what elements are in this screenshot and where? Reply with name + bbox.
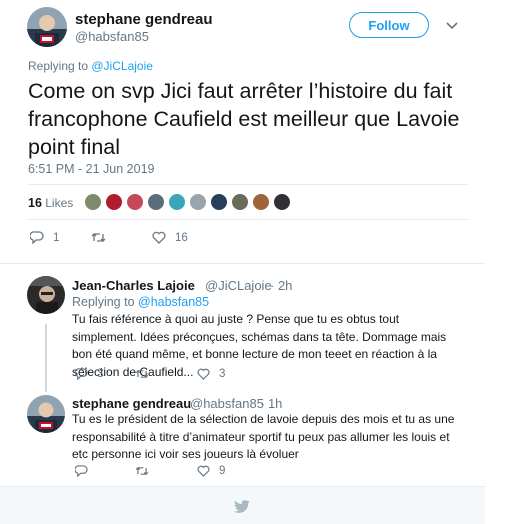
avatar-image (27, 395, 65, 433)
liker-avatar[interactable] (105, 193, 123, 211)
tweet-timestamp[interactable]: 6:51 PM - 21 Jun 2019 (28, 162, 154, 176)
author-handle[interactable]: @JiCLajoie (205, 278, 272, 293)
author-avatar[interactable] (27, 7, 67, 47)
reply-count: 1 (53, 231, 60, 244)
like-action[interactable]: 9 (197, 465, 225, 477)
liker-avatar[interactable] (189, 193, 207, 211)
author-avatar[interactable] (27, 276, 65, 314)
replying-to: Replying to @JiCLajoie (28, 59, 153, 73)
likes-count: 16 (28, 196, 42, 210)
thread-connector-line (45, 324, 47, 392)
like-action[interactable]: 16 (152, 231, 188, 244)
replying-to-handle-link[interactable]: @habsfan85 (138, 295, 209, 309)
twitter-bird-icon[interactable] (233, 500, 251, 514)
reply-icon (30, 231, 44, 244)
author-name[interactable]: Jean-Charles Lajoie (72, 278, 195, 293)
liker-avatar[interactable] (168, 193, 186, 211)
divider (28, 184, 468, 185)
liker-avatar[interactable] (231, 193, 249, 211)
likes-label: Likes (45, 196, 74, 210)
avatar-image (27, 276, 65, 314)
section-divider (0, 263, 485, 264)
like-icon (152, 231, 166, 244)
retweet-action[interactable] (135, 369, 158, 379)
retweet-icon (135, 369, 149, 379)
liker-avatar[interactable] (210, 193, 228, 211)
divider (28, 219, 468, 220)
liker-avatar[interactable] (252, 193, 270, 211)
author-avatar[interactable] (27, 395, 65, 433)
liker-avatar[interactable] (84, 193, 102, 211)
follow-button[interactable]: Follow (349, 12, 429, 38)
retweet-icon (91, 233, 106, 242)
tweet-text: Come on svp Jici faut arrêter l’histoire… (28, 79, 460, 159)
reply-count: 3 (97, 368, 104, 380)
liker-avatar[interactable] (126, 193, 144, 211)
reply-time[interactable]: · 2h (270, 278, 292, 293)
reply-text: Tu fais référence à quoi au juste ? Pens… (72, 312, 447, 379)
likers-avatars[interactable] (84, 193, 294, 211)
reply-time[interactable]: · 1h (260, 396, 282, 411)
liker-avatar[interactable] (273, 193, 291, 211)
like-count: 9 (219, 465, 226, 477)
author-name[interactable]: stephane gendreau (72, 396, 191, 411)
like-count: 3 (219, 368, 226, 380)
retweet-action[interactable] (135, 466, 158, 476)
retweet-icon (135, 466, 149, 476)
like-icon (197, 368, 210, 380)
likes-summary[interactable]: 16 Likes (28, 196, 73, 210)
liker-avatar[interactable] (147, 193, 165, 211)
retweet-action[interactable] (91, 232, 115, 243)
reply-action[interactable]: 3 (75, 368, 103, 380)
main-tweet: stephane gendreau @habsfan85 Follow Repl… (0, 0, 485, 262)
replying-to-prefix: Replying to (72, 295, 139, 309)
reply-action[interactable] (75, 465, 97, 477)
footer-bar (0, 486, 485, 524)
reply-action[interactable]: 1 (30, 231, 59, 244)
author-name[interactable]: stephane gendreau (75, 11, 213, 28)
replying-to: Replying to @habsfan85 (72, 295, 209, 309)
reply-icon (75, 465, 88, 477)
reply-text: Tu es le président de la sélection de la… (72, 412, 455, 461)
author-handle[interactable]: @habsfan85 (190, 396, 264, 411)
like-count: 16 (175, 231, 188, 244)
avatar-image (27, 7, 67, 47)
replying-to-prefix: Replying to (28, 59, 92, 73)
like-action[interactable]: 3 (197, 368, 225, 380)
replying-to-handle-link[interactable]: @JiCLajoie (91, 59, 153, 73)
reply-icon (75, 368, 88, 380)
chevron-down-icon[interactable] (445, 20, 459, 30)
author-handle[interactable]: @habsfan85 (75, 29, 149, 44)
like-icon (197, 465, 210, 477)
